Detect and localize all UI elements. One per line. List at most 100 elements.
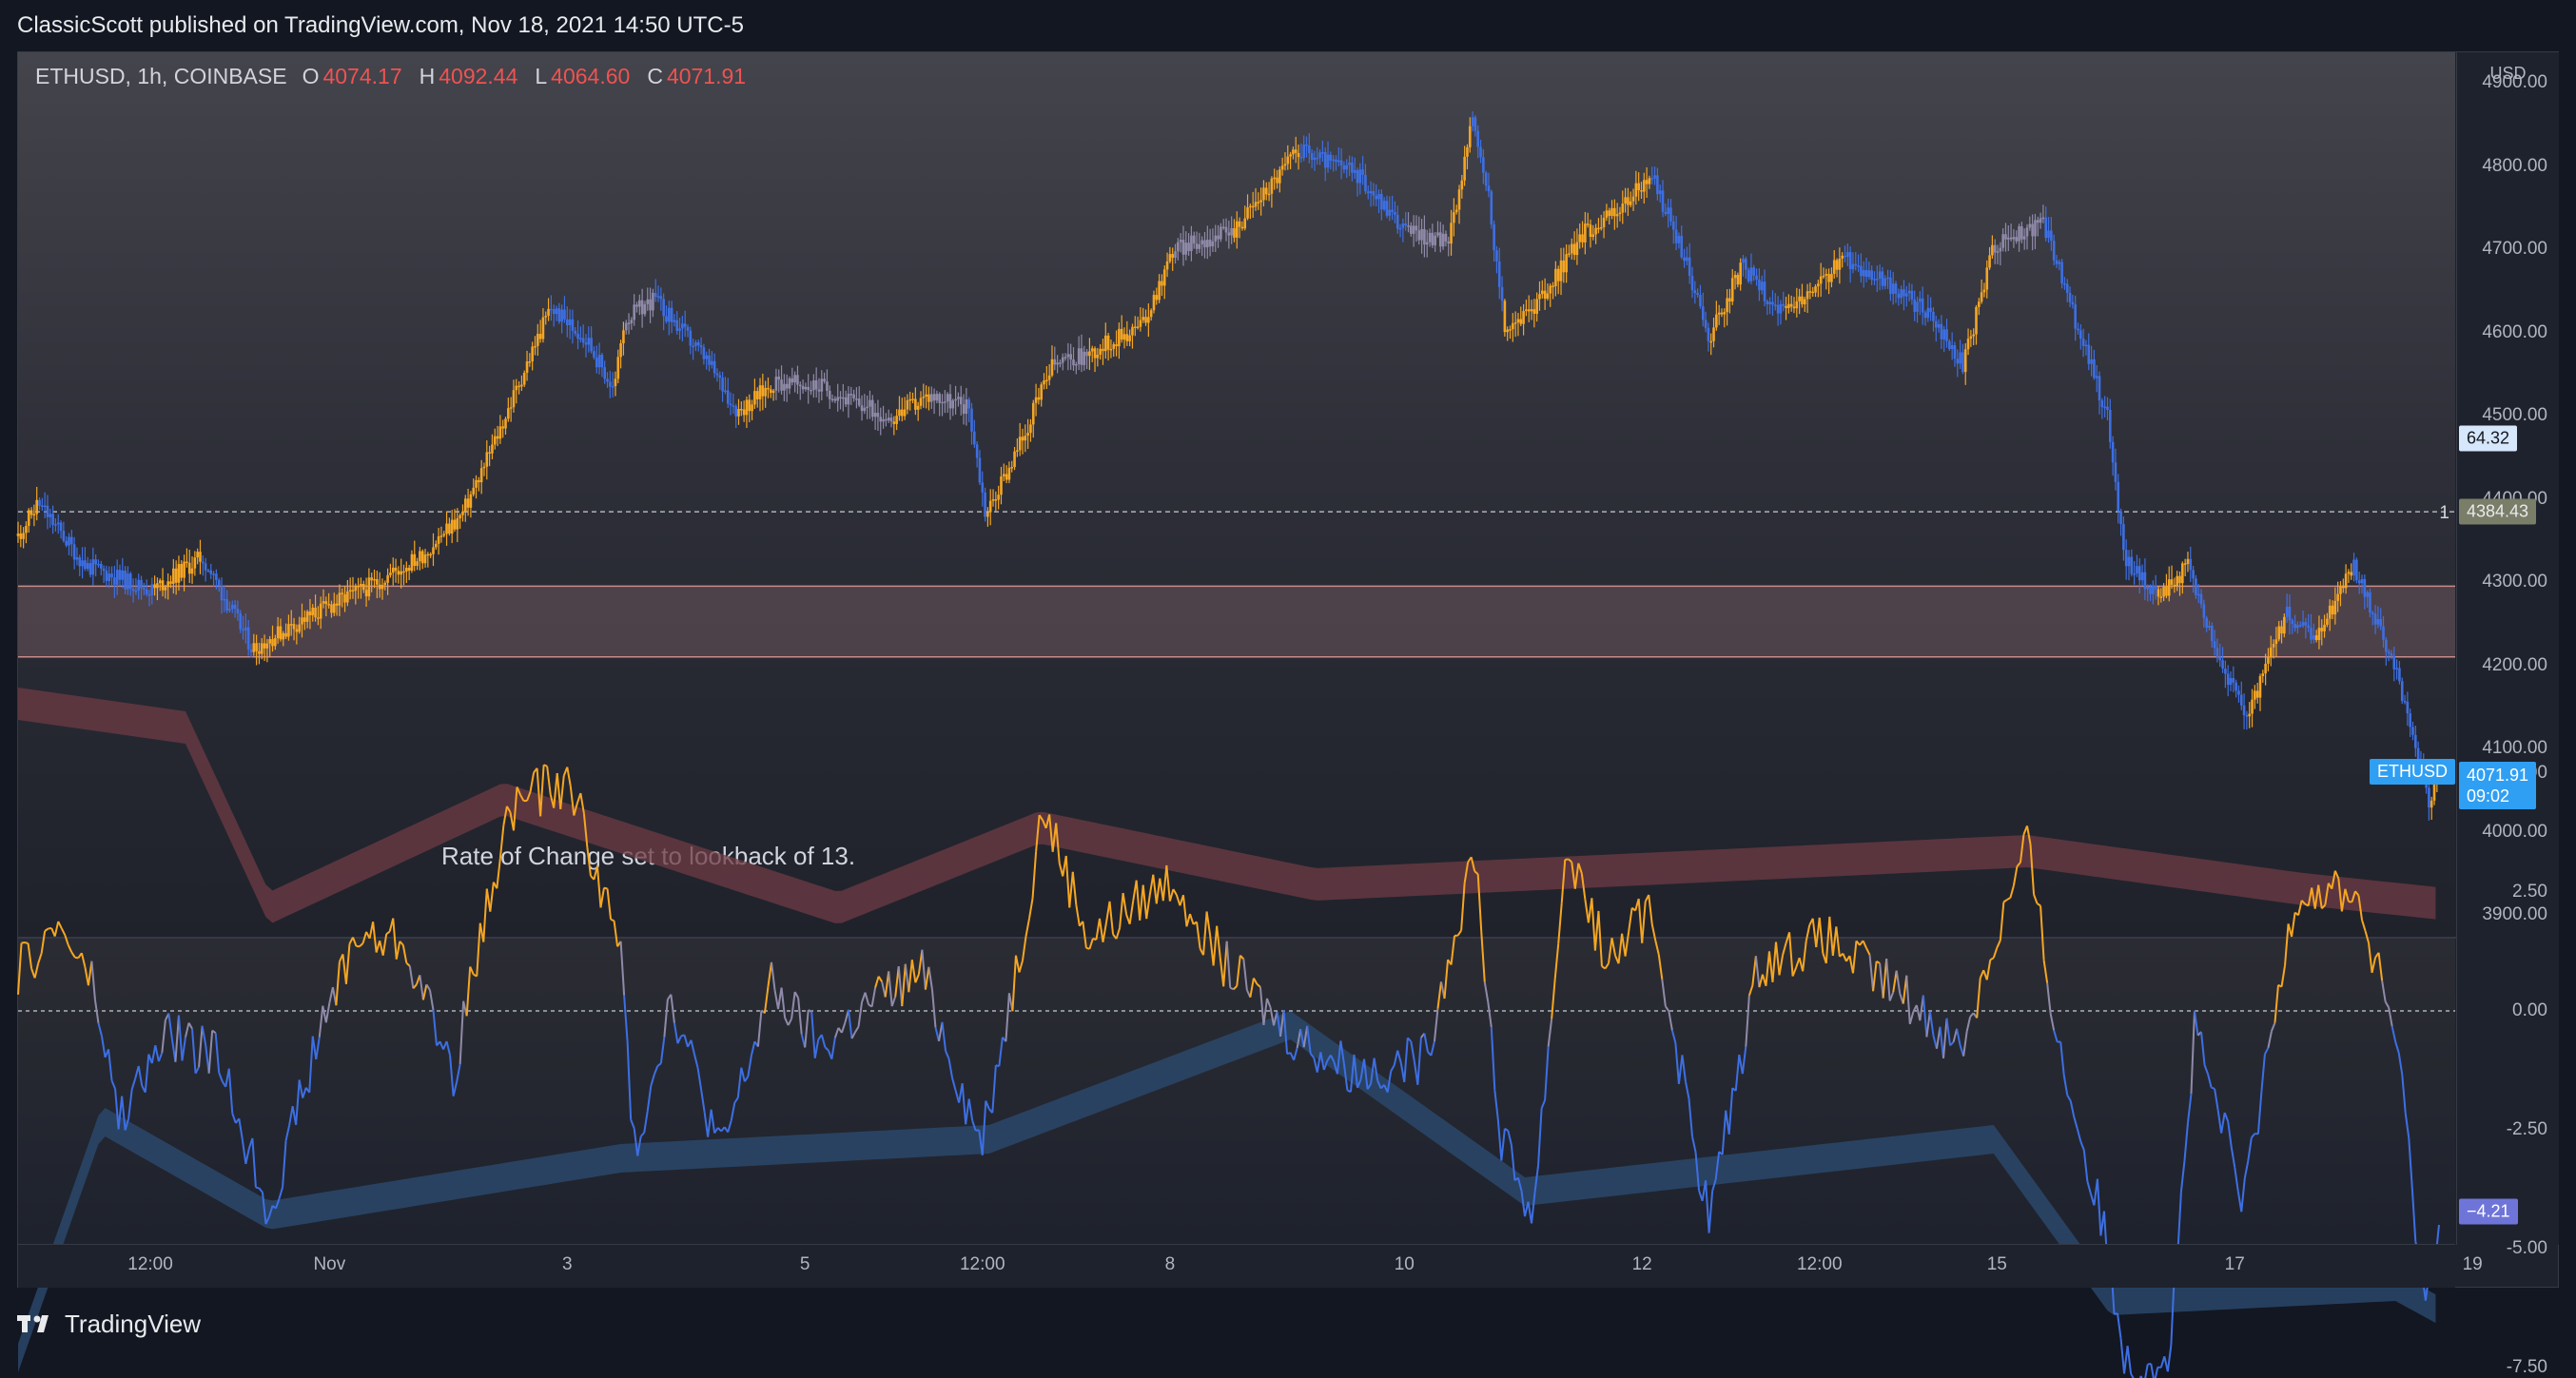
candle-body	[2332, 606, 2334, 614]
candle-body	[2197, 594, 2200, 596]
candle-body	[202, 562, 205, 564]
candle-body	[716, 373, 719, 375]
candle-body	[1144, 317, 1147, 322]
roc-value-badge[interactable]: 64.32	[2459, 426, 2517, 452]
roc-line-segment	[2144, 1365, 2148, 1378]
candle-body	[1785, 306, 1787, 308]
candle-body	[1635, 184, 1638, 197]
roc-line-segment	[1675, 1043, 1679, 1084]
roc-pane[interactable]	[18, 939, 2455, 1243]
roc-line-segment	[694, 1055, 698, 1068]
roc-line-segment	[454, 1082, 458, 1097]
roc-line-segment	[892, 997, 896, 1006]
candle-body	[1988, 255, 1991, 267]
candle-body	[1212, 242, 1215, 246]
candle-body	[2391, 653, 2393, 655]
roc-line-segment	[734, 1097, 738, 1102]
price-chart-svg[interactable]: 1	[18, 52, 2455, 937]
candle-body	[1469, 126, 1472, 147]
candle-body	[520, 385, 523, 387]
roc-line-segment	[413, 984, 417, 988]
candle-body	[491, 444, 494, 453]
candle-body	[1361, 169, 1364, 175]
candle-body	[2066, 284, 2069, 293]
candle-body	[2248, 713, 2251, 716]
candle-body	[1289, 154, 1292, 156]
roc-line-segment	[849, 1010, 852, 1038]
candle-body	[2267, 657, 2270, 663]
candle-body	[1709, 341, 1712, 343]
candle-body	[1544, 291, 1547, 299]
candle-body	[135, 591, 138, 592]
candle-body	[1345, 165, 1348, 170]
candle-body	[1844, 256, 1846, 258]
candle-body	[1590, 224, 1592, 237]
candle-body	[207, 571, 210, 573]
candle-body	[746, 399, 749, 415]
symbol-title[interactable]: ETHUSD, 1h, COINBASE	[35, 64, 287, 89]
candle-body	[296, 630, 299, 632]
candle-body	[1053, 359, 1056, 365]
roc-line-segment	[430, 990, 434, 1010]
candle-body	[1801, 297, 1804, 304]
candle-body	[1008, 468, 1011, 480]
candle-body	[2020, 226, 2023, 240]
candle-body	[644, 304, 647, 314]
price-tick-label: 4600.00	[2482, 322, 2547, 343]
candle-body	[711, 361, 713, 365]
candle-body	[263, 643, 266, 648]
candle-body	[868, 400, 871, 407]
candle-body	[60, 523, 63, 532]
candle-body	[330, 604, 333, 612]
chart-frame[interactable]: 1 ETHUSD, 1h, COINBASE O4074.17 H4092.44…	[17, 51, 2559, 1288]
candle-body	[1632, 197, 1635, 202]
horizontal-line-price-badge[interactable]: 4384.43	[2459, 499, 2536, 525]
roc-line-segment	[2372, 958, 2376, 973]
candle-body	[1721, 313, 1724, 315]
candle-body	[1734, 275, 1737, 278]
roc-line-segment	[1930, 1011, 1934, 1035]
candle-body	[1863, 270, 1865, 276]
candle-body	[1608, 210, 1610, 216]
candle-body	[2369, 592, 2371, 612]
candle-body	[2117, 482, 2119, 512]
candle-body	[724, 391, 727, 393]
candle-body	[967, 399, 970, 409]
price-pane[interactable]: 1 ETHUSD, 1h, COINBASE O4074.17 H4092.44…	[18, 52, 2455, 937]
roc-line-segment	[2205, 1065, 2209, 1075]
candle-body	[684, 323, 687, 326]
price-tick-label: 3900.00	[2482, 904, 2547, 925]
last-price-symbol-tag[interactable]: ETHUSD	[2370, 759, 2455, 785]
candle-body	[1972, 335, 1975, 337]
candle-body	[2181, 563, 2184, 583]
candle-body	[2385, 640, 2388, 651]
candle-body	[2388, 651, 2391, 653]
candle-body	[973, 432, 976, 445]
candle-body	[2428, 787, 2430, 807]
candle-body	[1777, 305, 1780, 314]
candle-body	[678, 328, 681, 331]
roc-chart-svg[interactable]	[18, 939, 2455, 1243]
footer-brand[interactable]: TradingView	[17, 1305, 201, 1343]
candle-body	[1774, 304, 1777, 306]
candle-body	[1509, 329, 1512, 331]
candle-body	[2136, 566, 2138, 573]
candle-body	[904, 410, 907, 417]
roc-current-value-badge[interactable]: −4.21	[2459, 1198, 2518, 1224]
candle-body	[151, 584, 154, 594]
candle-body	[1343, 165, 1346, 169]
time-axis[interactable]: 12:00Nov3512:008101212:00151719	[18, 1244, 2455, 1288]
candle-body	[33, 514, 36, 516]
price-scale[interactable]: USD 4900.004800.004700.004600.004500.004…	[2456, 52, 2559, 1245]
candle-body	[1375, 196, 1377, 200]
candle-body	[438, 536, 440, 544]
roc-line-segment	[302, 1088, 306, 1098]
candle-body	[2289, 607, 2292, 620]
last-price-badge[interactable]: 4071.9109:02	[2459, 762, 2536, 809]
candle-body	[1043, 380, 1045, 384]
candle-body	[946, 394, 949, 401]
roc-line-segment	[2188, 1094, 2192, 1123]
candle-body	[153, 584, 156, 588]
candle-body	[2392, 655, 2395, 669]
candle-body	[41, 506, 44, 508]
